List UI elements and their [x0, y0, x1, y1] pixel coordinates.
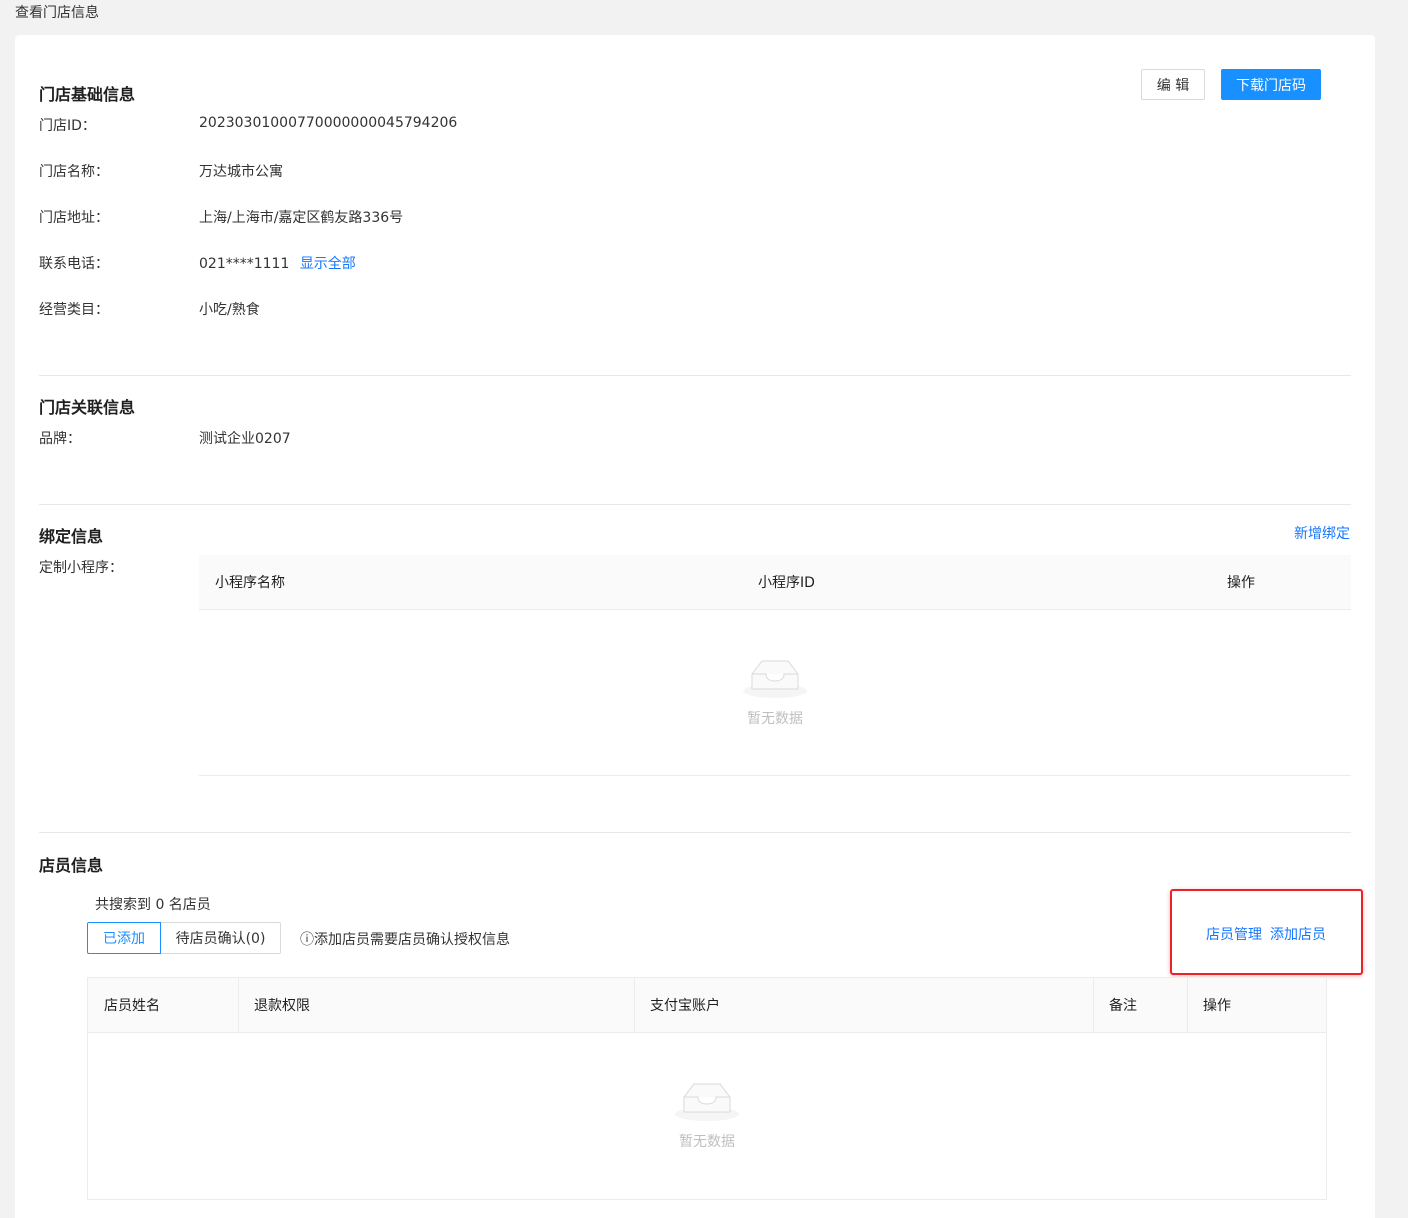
highlight-box: [1170, 889, 1363, 975]
basic-info-title: 门店基础信息: [39, 85, 136, 104]
empty-text: 暂无数据: [747, 711, 803, 727]
staff-count-text: 共搜索到 0 名店员: [95, 897, 211, 913]
staff-table-header: 店员姓名 退款权限 支付宝账户 备注 操作: [88, 978, 1326, 1033]
phone-label: 联系电话：: [39, 256, 109, 272]
page-title: 查看门店信息: [15, 5, 99, 21]
related-info-title: 门店关联信息: [39, 398, 136, 417]
column-header: 退款权限: [254, 998, 310, 1014]
column-separator: [634, 978, 635, 1032]
column-header: 小程序ID: [758, 575, 815, 591]
category-label: 经营类目：: [39, 302, 109, 318]
column-header: 操作: [1203, 998, 1231, 1014]
store-detail-card: 门店基础信息 编 辑 下载门店码 门店ID： 20230301000770000…: [15, 35, 1375, 1218]
staff-manage-link[interactable]: 店员管理: [1206, 924, 1262, 944]
staff-info-title: 店员信息: [39, 856, 104, 875]
edit-button[interactable]: 编 辑: [1141, 69, 1205, 100]
add-staff-link[interactable]: 添加店员: [1270, 924, 1326, 944]
staff-table: 店员姓名 退款权限 支付宝账户 备注 操作 暂无数据: [87, 977, 1327, 1200]
empty-box-icon: [674, 1078, 740, 1126]
column-header: 小程序名称: [215, 575, 285, 591]
store-address-label: 门店地址：: [39, 210, 109, 226]
add-binding-link[interactable]: 新增绑定: [1294, 523, 1350, 543]
store-id-label: 门店ID：: [39, 118, 96, 134]
divider: [39, 832, 1351, 833]
phone-value: 021****1111: [199, 256, 290, 272]
column-separator: [238, 978, 239, 1032]
divider: [39, 375, 1351, 376]
store-name-value: 万达城市公寓: [199, 164, 283, 180]
column-separator: [1187, 978, 1188, 1032]
brand-label: 品牌：: [39, 431, 81, 447]
brand-value: 测试企业0207: [199, 431, 291, 447]
column-separator: [1093, 978, 1094, 1032]
store-id-value: 20230301000770000000045794206: [199, 115, 458, 131]
category-value: 小吃/熟食: [199, 302, 260, 318]
download-store-code-button[interactable]: 下载门店码: [1221, 69, 1321, 100]
column-header: 操作: [1227, 575, 1255, 591]
binding-info-title: 绑定信息: [39, 527, 104, 546]
divider: [39, 504, 1351, 505]
empty-box-icon: [742, 655, 808, 703]
store-name-label: 门店名称：: [39, 164, 109, 180]
phone-row: 021****1111 显示全部: [199, 253, 356, 273]
table-bottom-border: [199, 775, 1351, 776]
authorization-notice: ⓘ添加店员需要店员确认授权信息: [300, 932, 510, 948]
tab-pending-confirm[interactable]: 待店员确认(0): [160, 922, 281, 954]
store-address-value: 上海/上海市/嘉定区鹤友路336号: [199, 210, 404, 226]
empty-text: 暂无数据: [679, 1134, 735, 1150]
column-header: 店员姓名: [104, 998, 160, 1014]
mini-program-label: 定制小程序：: [39, 560, 123, 576]
mini-program-table-header: 小程序名称 小程序ID 操作: [199, 555, 1351, 610]
column-header: 备注: [1109, 998, 1137, 1014]
show-all-link[interactable]: 显示全部: [300, 256, 356, 272]
tab-added[interactable]: 已添加: [87, 922, 161, 954]
column-header: 支付宝账户: [650, 998, 720, 1014]
